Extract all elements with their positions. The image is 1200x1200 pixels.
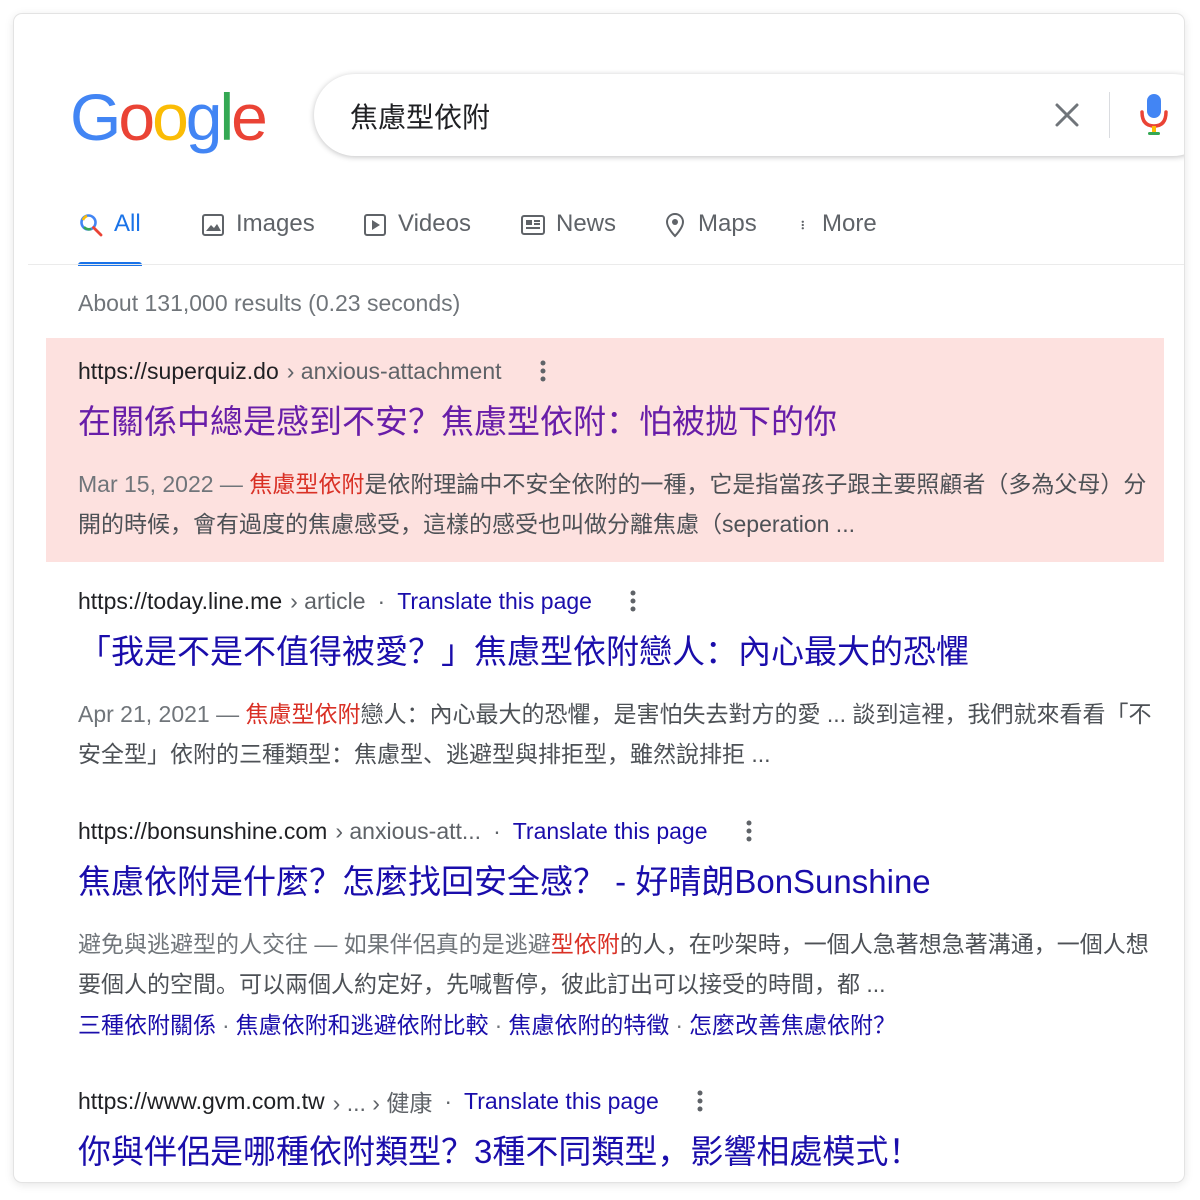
tab-all[interactable]: All xyxy=(78,210,142,266)
map-pin-icon xyxy=(665,212,685,238)
tab-label: All xyxy=(114,210,141,237)
result-snippet: Apr 21, 2021 — 焦慮型依附戀人：內心最大的恐懼，是害怕失去對方的愛… xyxy=(78,694,1158,774)
search-icon xyxy=(80,214,103,237)
tab-label: Images xyxy=(236,210,315,237)
more-vert-icon[interactable] xyxy=(744,819,754,843)
tab-label: More xyxy=(822,210,877,237)
result-path: › ... › 健康 xyxy=(332,1090,433,1116)
clear-search-button[interactable] xyxy=(1044,92,1090,138)
result-url[interactable]: https://bonsunshine.com › anxious-att...… xyxy=(78,814,754,848)
snippet-match: 型依附 xyxy=(550,931,620,957)
google-logo[interactable]: Google xyxy=(70,80,268,154)
close-icon xyxy=(1055,103,1079,127)
result-date: Apr 21, 2021 — xyxy=(78,701,246,727)
sitelink[interactable]: 怎麼改善焦慮依附？ xyxy=(689,1012,896,1038)
logo-letter: o xyxy=(118,80,155,154)
search-result: https://today.line.me › article · Transl… xyxy=(46,584,1164,784)
result-site: https://superquiz.do xyxy=(78,357,279,384)
more-vert-icon[interactable] xyxy=(695,1089,705,1113)
header-divider xyxy=(28,264,1184,265)
logo-letter: l xyxy=(219,80,235,154)
translate-link[interactable]: Translate this page xyxy=(513,818,708,845)
sitelinks: 三種依附關係 · 焦慮依附和逃避依附比較 · 焦慮依附的特徵 · 怎麼改善焦慮依附？ xyxy=(78,1006,896,1040)
more-vert-icon[interactable] xyxy=(538,359,548,383)
image-icon xyxy=(202,214,224,236)
logo-letter: g xyxy=(185,80,223,154)
separator-dot: · xyxy=(222,1012,230,1038)
result-path: › article xyxy=(290,587,366,614)
sitelink[interactable]: 三種依附關係 xyxy=(78,1012,216,1038)
result-site: https://www.gvm.com.tw xyxy=(78,1087,325,1114)
separator-dot: · xyxy=(377,587,386,614)
search-result: https://www.gvm.com.tw › ... › 健康 · Tran… xyxy=(46,1084,1164,1182)
separator-dot: · xyxy=(675,1012,684,1038)
result-site: https://bonsunshine.com xyxy=(78,817,328,844)
result-url[interactable]: https://superquiz.do › anxious-attachmen… xyxy=(78,354,548,388)
sitelink[interactable]: 焦慮依附的特徵 xyxy=(508,1012,669,1038)
result-path: › anxious-attachment xyxy=(286,357,502,384)
tab-label: Maps xyxy=(698,210,757,237)
result-url[interactable]: https://www.gvm.com.tw › ... › 健康 · Tran… xyxy=(78,1084,705,1118)
search-result: https://bonsunshine.com › anxious-att...… xyxy=(46,814,1164,1054)
snippet-lead: 避免與逃避型的人交往 — 如果伴侶真的是逃避 xyxy=(78,931,551,957)
tab-images[interactable]: Images xyxy=(200,210,315,266)
more-vert-icon xyxy=(801,220,804,230)
search-box[interactable]: 焦慮型依附 xyxy=(314,74,1184,156)
tab-label: News xyxy=(556,210,617,237)
mic-icon xyxy=(1140,94,1168,135)
result-title[interactable]: 在關係中總是感到不安？焦慮型依附：怕被拋下的你 xyxy=(78,402,837,442)
tab-label: Videos xyxy=(398,210,471,237)
result-snippet: Mar 15, 2022 — 焦慮型依附是依附理論中不安全依附的一種，它是指當孩… xyxy=(78,464,1158,544)
logo-letter: e xyxy=(231,80,268,154)
browser-frame: Google 焦慮型依附 All Images Videos News Maps… xyxy=(14,14,1184,1182)
translate-link[interactable]: Translate this page xyxy=(464,1088,659,1115)
result-site: https://today.line.me xyxy=(78,587,283,614)
video-icon xyxy=(364,214,386,236)
separator-dot: · xyxy=(444,1087,453,1114)
result-url[interactable]: https://today.line.me › article · Transl… xyxy=(78,584,638,618)
search-input[interactable]: 焦慮型依附 xyxy=(350,96,490,136)
logo-letter: G xyxy=(70,80,121,154)
result-path: › anxious-att... xyxy=(335,817,482,844)
search-result: https://superquiz.do › anxious-attachmen… xyxy=(46,338,1164,562)
tab-videos[interactable]: Videos xyxy=(362,210,471,266)
search-box-divider xyxy=(1109,92,1110,138)
logo-letter: o xyxy=(152,80,189,154)
result-date: Mar 15, 2022 — xyxy=(78,471,250,497)
news-icon xyxy=(521,215,545,235)
separator-dot: · xyxy=(493,817,501,844)
snippet-match: 焦慮型依附 xyxy=(249,471,365,497)
snippet-match: 焦慮型依附 xyxy=(245,701,361,727)
tab-maps[interactable]: Maps xyxy=(662,210,757,266)
sitelink[interactable]: 焦慮依附和逃避依附比較 xyxy=(236,1012,489,1038)
tab-more[interactable]: More xyxy=(800,210,877,266)
result-title[interactable]: 「我是不是不值得被愛？」焦慮型依附戀人：內心最大的恐懼 xyxy=(78,632,969,672)
separator-dot: · xyxy=(494,1012,503,1038)
tab-news[interactable]: News xyxy=(520,210,616,266)
result-title[interactable]: 焦慮依附是什麼？怎麼找回安全感？ - 好晴朗BonSunshine xyxy=(78,862,931,902)
result-stats: About 131,000 results (0.23 seconds) xyxy=(78,290,461,316)
voice-search-button[interactable] xyxy=(1134,92,1174,138)
more-vert-icon[interactable] xyxy=(628,589,638,613)
result-title[interactable]: 你與伴侶是哪種依附類型？3種不同類型，影響相處模式！ xyxy=(78,1132,921,1172)
result-snippet: 避免與逃避型的人交往 — 如果伴侶真的是逃避型依附的人，在吵架時，一個人急著想急… xyxy=(78,924,1158,1004)
translate-link[interactable]: Translate this page xyxy=(397,588,592,615)
